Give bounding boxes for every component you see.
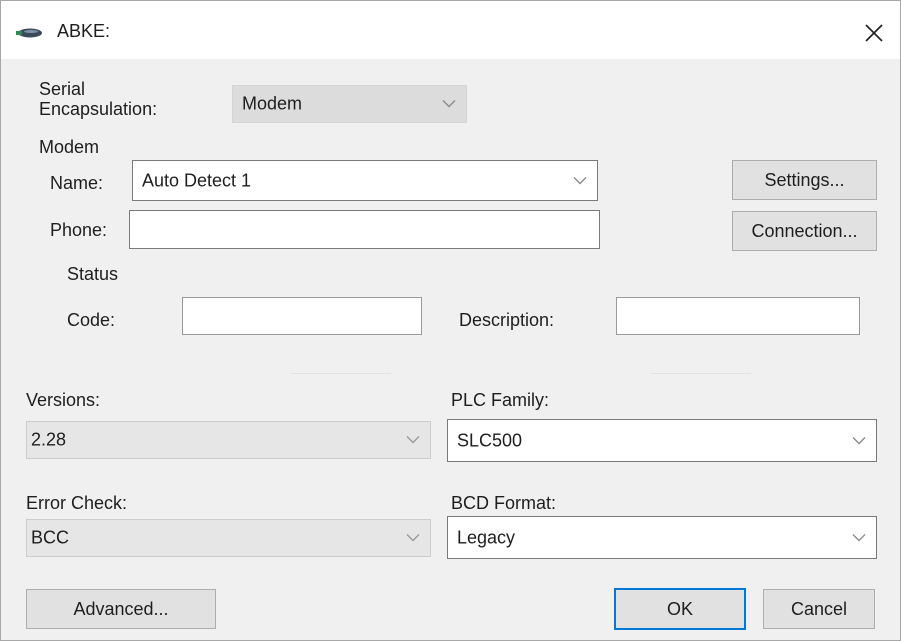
- connection-button[interactable]: Connection...: [732, 211, 877, 251]
- divider: [291, 373, 391, 374]
- chevron-down-icon: [852, 436, 866, 444]
- bcd-format-label: BCD Format:: [451, 493, 557, 513]
- versions-label: Versions:: [26, 390, 101, 410]
- dialog-window: ABKE: Serial Encapsulation: Modem Modem …: [0, 0, 901, 641]
- title-bar[interactable]: ABKE:: [1, 1, 900, 59]
- chevron-down-icon: [406, 534, 420, 542]
- network-card-icon: [16, 28, 42, 38]
- modem-name-select[interactable]: Auto Detect 1: [132, 160, 598, 201]
- window-title: ABKE:: [57, 21, 111, 41]
- plc-family-value: SLC500: [457, 430, 523, 450]
- status-group-label: Status: [67, 264, 119, 284]
- versions-select[interactable]: 2.28: [26, 421, 431, 459]
- versions-value: 2.28: [31, 429, 67, 450]
- phone-label: Phone:: [50, 220, 108, 240]
- advanced-button[interactable]: Advanced...: [26, 589, 216, 629]
- phone-input[interactable]: [129, 210, 600, 249]
- status-code-field: [182, 297, 422, 335]
- chevron-down-icon: [573, 176, 587, 184]
- error-check-select[interactable]: BCC: [26, 519, 431, 557]
- serial-encapsulation-select[interactable]: Modem: [232, 85, 467, 123]
- code-label: Code:: [67, 310, 116, 330]
- bcd-format-value: Legacy: [457, 527, 516, 547]
- close-icon: [865, 24, 883, 42]
- name-label: Name:: [50, 173, 104, 193]
- chevron-down-icon: [442, 100, 456, 108]
- cancel-button[interactable]: Cancel: [763, 589, 875, 629]
- divider: [651, 373, 751, 374]
- modem-name-value: Auto Detect 1: [142, 170, 252, 190]
- settings-button[interactable]: Settings...: [732, 160, 877, 200]
- plc-family-label: PLC Family:: [451, 390, 550, 410]
- bcd-format-select[interactable]: Legacy: [447, 516, 877, 559]
- error-check-value: BCC: [31, 527, 70, 548]
- serial-encapsulation-label: Serial Encapsulation:: [39, 79, 158, 119]
- description-label: Description:: [459, 310, 555, 330]
- error-check-label: Error Check:: [26, 493, 128, 513]
- close-button[interactable]: [854, 13, 894, 53]
- ok-button[interactable]: OK: [614, 588, 746, 630]
- modem-group-label: Modem: [39, 137, 100, 157]
- chevron-down-icon: [406, 436, 420, 444]
- plc-family-select[interactable]: SLC500: [447, 419, 877, 462]
- serial-encapsulation-value: Modem: [242, 93, 303, 114]
- status-description-field: [616, 297, 860, 335]
- chevron-down-icon: [852, 533, 866, 541]
